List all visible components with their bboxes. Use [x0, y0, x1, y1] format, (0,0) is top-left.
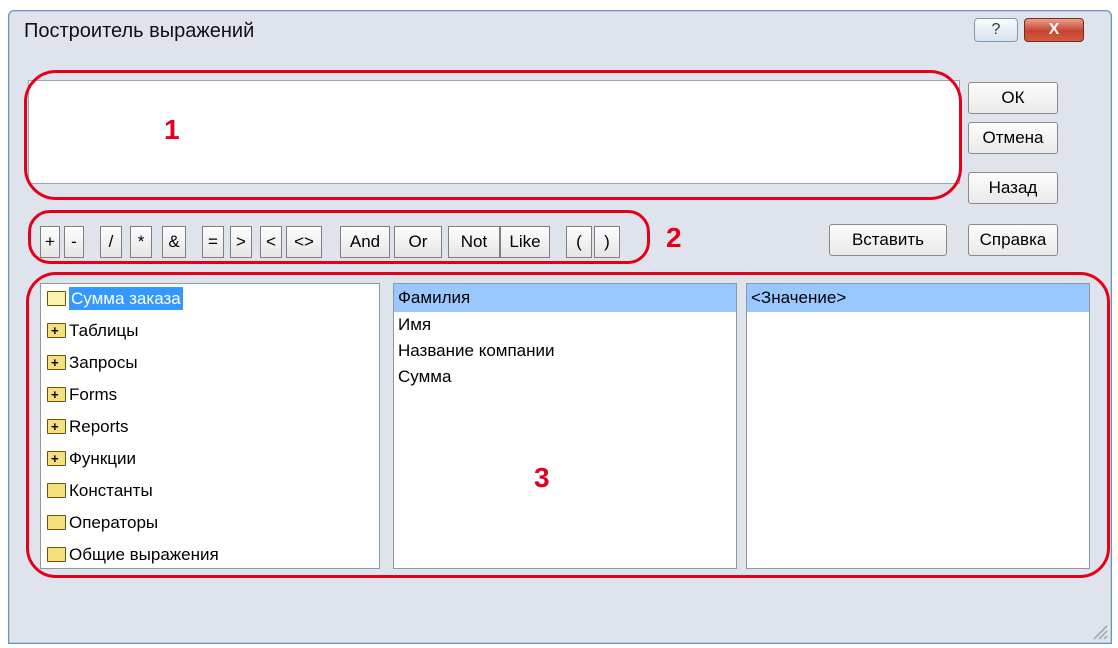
back-button[interactable]: Назад [968, 172, 1058, 204]
dialog-title: Построитель выражений [24, 20, 255, 42]
annotation-label-3: 3 [534, 462, 550, 493]
insert-button[interactable]: Вставить [829, 224, 947, 256]
help-button[interactable]: Справка [968, 224, 1058, 256]
titlebar-help-button[interactable]: ? [974, 18, 1018, 42]
resize-grip-icon[interactable] [1090, 622, 1108, 640]
cancel-button[interactable]: Отмена [968, 122, 1058, 154]
annotation-label-2: 2 [666, 222, 682, 253]
annotation-label-1: 1 [164, 114, 180, 145]
annotation-ring-2 [28, 210, 650, 264]
titlebar-close-button[interactable]: X [1024, 18, 1084, 42]
annotation-ring-3 [26, 272, 1110, 578]
ok-button[interactable]: ОК [968, 82, 1058, 114]
